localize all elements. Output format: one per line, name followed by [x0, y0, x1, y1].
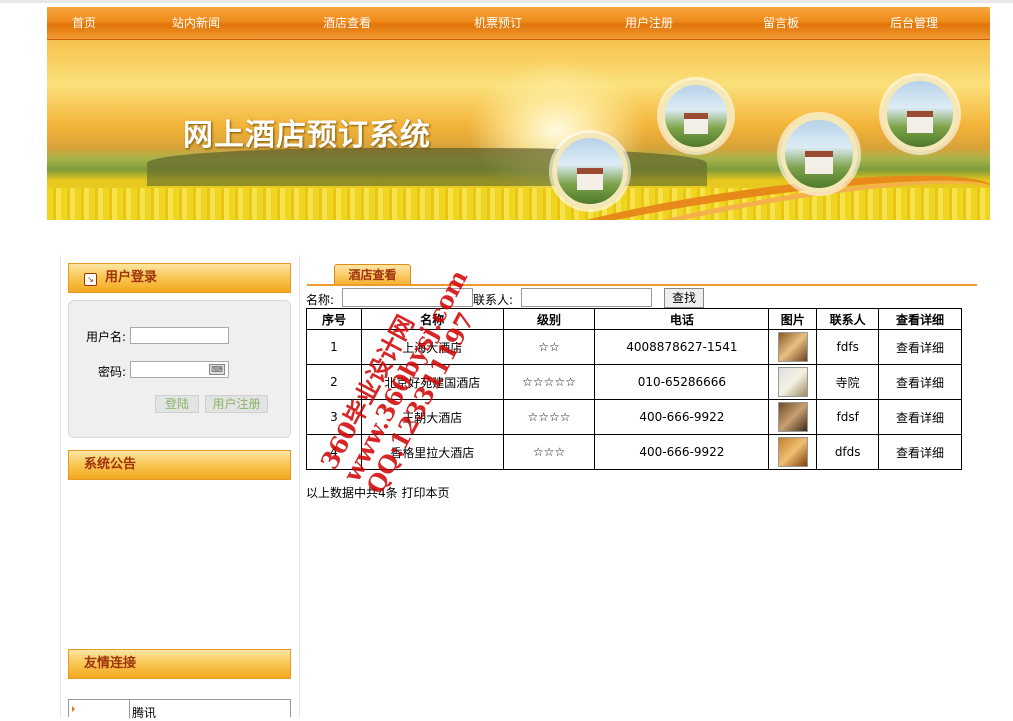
cell-phone: 4008878627-1541: [594, 329, 770, 365]
login-title: 用户登录: [105, 270, 158, 285]
links-title-bar: 友情连接: [68, 649, 291, 679]
tab-hotel-view[interactable]: 酒店查看: [334, 264, 411, 285]
friend-links-list: 腾讯: [68, 699, 291, 720]
nav-admin[interactable]: 后台管理: [890, 7, 938, 39]
links-title: 友情连接: [84, 656, 137, 671]
login-title-bar: ↘ 用户登录: [68, 263, 291, 293]
cell-level: ☆☆☆☆☆: [502, 364, 596, 400]
cell-contact: fdsf: [816, 399, 880, 435]
nav-guestbook[interactable]: 留言板: [763, 7, 799, 39]
search-button[interactable]: 查找: [664, 288, 704, 308]
password-label: 密码:: [98, 365, 127, 379]
cell-image: [768, 434, 818, 470]
banner-photo-1: [552, 133, 628, 209]
login-icon: ↘: [84, 273, 97, 286]
cell-level: ☆☆☆☆: [502, 399, 596, 435]
nav-hotels[interactable]: 酒店查看: [323, 7, 371, 39]
nav-flights[interactable]: 机票预订: [474, 7, 522, 39]
tab-underline: [307, 284, 977, 286]
search-contact-input[interactable]: [521, 288, 652, 307]
col-detail: 查看详细: [878, 308, 962, 330]
hotel-thumbnail[interactable]: [777, 332, 808, 362]
banner-photo-4: [882, 76, 958, 152]
cell-image: [768, 399, 818, 435]
cell-phone: 400-666-9922: [594, 434, 770, 470]
site-title: 网上酒店预订系统: [183, 118, 431, 153]
page-container: 首页 站内新闻 酒店查看 机票预订 用户注册 留言板 后台管理 网上酒店预订系统: [47, 7, 990, 220]
cell-phone: 400-666-9922: [594, 399, 770, 435]
cell-phone: 010-65286666: [594, 364, 770, 400]
col-level: 级别: [502, 308, 596, 330]
register-button[interactable]: 用户注册: [205, 395, 268, 413]
cell-contact: fdfs: [816, 329, 880, 365]
notice-title-bar: 系统公告: [68, 450, 291, 480]
detail-link[interactable]: 查看详细: [878, 364, 962, 400]
username-input[interactable]: [130, 327, 229, 344]
cell-no: 1: [306, 329, 362, 365]
cell-contact: 寺院: [816, 364, 880, 400]
notice-title: 系统公告: [84, 457, 137, 472]
search-name-label: 名称:: [306, 293, 335, 307]
col-image: 图片: [768, 308, 818, 330]
detail-link[interactable]: 查看详细: [878, 434, 962, 470]
browser-top-edge: [0, 0, 1013, 3]
col-phone: 电话: [594, 308, 770, 330]
username-label: 用户名:: [86, 330, 127, 344]
header-banner: 网上酒店预订系统: [47, 40, 990, 220]
hotel-thumbnail[interactable]: [777, 367, 808, 397]
cell-level: ☆☆: [502, 329, 596, 365]
nav-news[interactable]: 站内新闻: [172, 7, 220, 39]
login-panel: 用户名: 密码: ⌨ 登陆 用户注册: [68, 300, 291, 438]
hotel-thumbnail[interactable]: [777, 402, 808, 432]
keyboard-icon[interactable]: ⌨: [209, 364, 225, 375]
cell-image: [768, 329, 818, 365]
arrow-right-icon: [72, 706, 75, 712]
banner-photo-3: [780, 115, 858, 193]
nav-home[interactable]: 首页: [72, 7, 96, 39]
banner-photo-2: [660, 80, 732, 152]
col-contact: 联系人: [816, 308, 880, 330]
cell-image: [768, 364, 818, 400]
login-button[interactable]: 登陆: [155, 395, 199, 413]
sidebar: ↘ 用户登录 用户名: 密码: ⌨ 登陆 用户注册 系统公告 友情连接 腾讯: [60, 255, 300, 720]
cell-level: ☆☆☆: [502, 434, 596, 470]
nav-register[interactable]: 用户注册: [625, 7, 673, 39]
col-no: 序号: [306, 308, 362, 330]
main-nav: 首页 站内新闻 酒店查看 机票预订 用户注册 留言板 后台管理: [47, 7, 990, 40]
cell-contact: dfds: [816, 434, 880, 470]
friend-link-tencent[interactable]: 腾讯: [132, 704, 156, 721]
hotel-thumbnail[interactable]: [777, 437, 808, 467]
detail-link[interactable]: 查看详细: [878, 329, 962, 365]
detail-link[interactable]: 查看详细: [878, 399, 962, 435]
